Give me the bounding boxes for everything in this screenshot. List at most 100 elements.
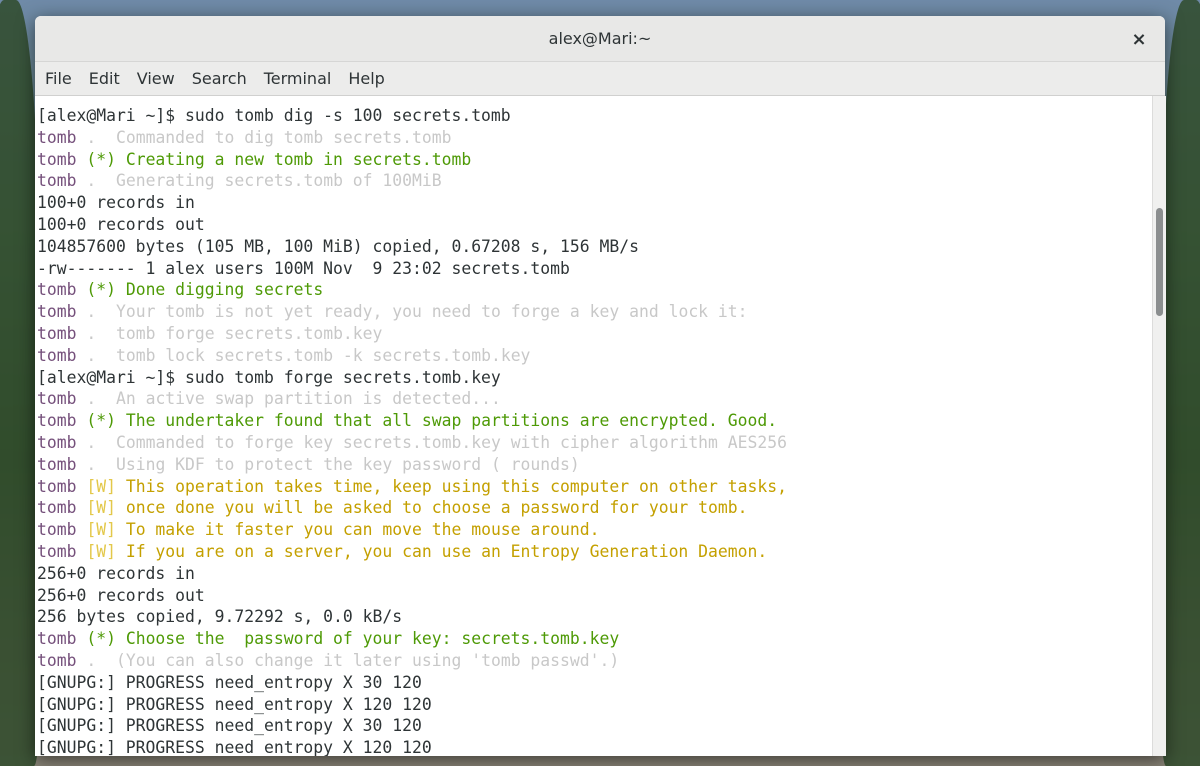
terminal-line: tomb . Using KDF to protect the key pass… xyxy=(37,454,1152,476)
info-marker: . xyxy=(76,650,116,670)
terminal-line: tomb . Your tomb is not yet ready, you n… xyxy=(37,301,1152,323)
success-marker: (*) xyxy=(76,280,126,300)
menu-help[interactable]: Help xyxy=(348,69,393,88)
tomb-prefix: tomb xyxy=(37,454,77,474)
line-text: 256+0 records out xyxy=(37,585,205,605)
success-marker: (*) xyxy=(76,149,126,169)
menu-search[interactable]: Search xyxy=(192,69,256,88)
terminal-line: [GNUPG:] PROGRESS need_entropy X 120 120 xyxy=(37,737,1152,756)
terminal-line: [GNUPG:] PROGRESS need_entropy X 30 120 xyxy=(37,672,1152,694)
info-marker: . xyxy=(76,432,116,452)
terminal-line: [alex@Mari ~]$ sudo tomb forge secrets.t… xyxy=(37,367,1152,389)
line-text: [alex@Mari ~]$ sudo tomb forge secrets.t… xyxy=(37,367,501,387)
info-marker: . xyxy=(76,323,116,343)
line-text: 256 bytes copied, 9.72292 s, 0.0 kB/s xyxy=(37,607,403,627)
line-text: [GNUPG:] PROGRESS need_entropy X 120 120 xyxy=(37,738,432,756)
info-marker: . xyxy=(76,345,116,365)
terminal-line: tomb . (You can also change it later usi… xyxy=(37,650,1152,672)
warning-marker: [W] xyxy=(76,498,126,518)
terminal-line: [GNUPG:] PROGRESS need_entropy X 120 120 xyxy=(37,694,1152,716)
line-text: tomb forge secrets.tomb.key xyxy=(115,323,383,343)
line-text: Choose the password of your key: secrets… xyxy=(125,629,620,649)
success-marker: (*) xyxy=(76,411,126,431)
menu-edit[interactable]: Edit xyxy=(89,69,129,88)
terminal-line: tomb (*) Done digging secrets xyxy=(37,279,1152,301)
terminal-line: tomb (*) Choose the password of your key… xyxy=(37,628,1152,650)
terminal-line: [alex@Mari ~]$ sudo tomb dig -s 100 secr… xyxy=(37,105,1152,127)
menu-view[interactable]: View xyxy=(137,69,184,88)
tomb-prefix: tomb xyxy=(37,127,77,147)
line-text: [alex@Mari ~]$ sudo tomb dig -s 100 secr… xyxy=(37,106,511,125)
line-text: 256+0 records in xyxy=(37,563,195,583)
line-text: [GNUPG:] PROGRESS need_entropy X 120 120 xyxy=(37,694,432,714)
line-text: Using KDF to protect the key password ( … xyxy=(115,454,580,474)
scrollbar-thumb[interactable] xyxy=(1156,208,1163,316)
line-text: tomb lock secrets.tomb -k secrets.tomb.k… xyxy=(115,345,531,365)
warning-marker: [W] xyxy=(76,541,126,561)
terminal-output[interactable]: [alex@Mari ~]$ sudo tomb dig -s 100 secr… xyxy=(35,96,1152,756)
line-text: Generating secrets.tomb of 100MiB xyxy=(115,171,442,191)
close-icon: × xyxy=(1131,28,1147,50)
terminal-line: tomb . tomb lock secrets.tomb -k secrets… xyxy=(37,345,1152,367)
line-text: Done digging secrets xyxy=(125,280,324,300)
terminal-line: tomb (*) The undertaker found that all s… xyxy=(37,410,1152,432)
line-text: To make it faster you can move the mouse… xyxy=(125,520,600,540)
menu-file[interactable]: File xyxy=(45,69,81,88)
tomb-prefix: tomb xyxy=(37,541,77,561)
background-tree xyxy=(0,0,40,766)
title-bar[interactable]: alex@Mari:~ × xyxy=(35,16,1165,62)
window-title: alex@Mari:~ xyxy=(548,29,652,48)
tomb-prefix: tomb xyxy=(37,171,77,191)
vertical-scrollbar[interactable] xyxy=(1152,96,1166,756)
terminal-line: tomb . Commanded to dig tomb secrets.tom… xyxy=(37,127,1152,149)
line-text: [GNUPG:] PROGRESS need_entropy X 30 120 xyxy=(37,672,422,692)
terminal-line: -rw------- 1 alex users 100M Nov 9 23:02… xyxy=(37,258,1152,280)
terminal-line: 256 bytes copied, 9.72292 s, 0.0 kB/s xyxy=(37,606,1152,628)
line-text: once done you will be asked to choose a … xyxy=(125,498,748,518)
info-marker: . xyxy=(76,127,116,147)
terminal-line: tomb [W] once done you will be asked to … xyxy=(37,497,1152,519)
tomb-prefix: tomb xyxy=(37,280,77,300)
line-text: The undertaker found that all swap parti… xyxy=(125,411,778,431)
terminal-line: 104857600 bytes (105 MB, 100 MiB) copied… xyxy=(37,236,1152,258)
tomb-prefix: tomb xyxy=(37,520,77,540)
tomb-prefix: tomb xyxy=(37,476,77,496)
line-text: 100+0 records in xyxy=(37,193,195,213)
line-text: [GNUPG:] PROGRESS need_entropy X 30 120 xyxy=(37,716,422,736)
terminal-line: 100+0 records out xyxy=(37,214,1152,236)
terminal-line: tomb . An active swap partition is detec… xyxy=(37,388,1152,410)
line-text: (You can also change it later using 'tom… xyxy=(115,650,620,670)
line-text: 104857600 bytes (105 MB, 100 MiB) copied… xyxy=(37,236,639,256)
info-marker: . xyxy=(76,171,116,191)
tomb-prefix: tomb xyxy=(37,302,77,322)
warning-marker: [W] xyxy=(76,476,126,496)
menu-terminal[interactable]: Terminal xyxy=(264,69,341,88)
menu-bar: File Edit View Search Terminal Help xyxy=(35,62,1165,96)
line-text: 100+0 records out xyxy=(37,214,205,234)
terminal-line: tomb [W] If you are on a server, you can… xyxy=(37,541,1152,563)
terminal-line: 256+0 records out xyxy=(37,585,1152,607)
line-text: Commanded to dig tomb secrets.tomb xyxy=(115,127,452,147)
close-button[interactable]: × xyxy=(1127,27,1151,51)
info-marker: . xyxy=(76,454,116,474)
terminal-line: tomb [W] To make it faster you can move … xyxy=(37,519,1152,541)
tomb-prefix: tomb xyxy=(37,389,77,409)
tomb-prefix: tomb xyxy=(37,149,77,169)
info-marker: . xyxy=(76,389,116,409)
success-marker: (*) xyxy=(76,629,126,649)
line-text: An active swap partition is detected... xyxy=(115,389,501,409)
terminal-lines: [alex@Mari ~]$ sudo tomb dig -s 100 secr… xyxy=(35,96,1152,756)
terminal-line: tomb . tomb forge secrets.tomb.key xyxy=(37,323,1152,345)
terminal-line: 256+0 records in xyxy=(37,563,1152,585)
background-tree xyxy=(1160,0,1200,766)
tomb-prefix: tomb xyxy=(37,411,77,431)
terminal-line: [GNUPG:] PROGRESS need_entropy X 30 120 xyxy=(37,715,1152,737)
info-marker: . xyxy=(76,302,116,322)
tomb-prefix: tomb xyxy=(37,650,77,670)
line-text: This operation takes time, keep using th… xyxy=(125,476,787,496)
tomb-prefix: tomb xyxy=(37,629,77,649)
tomb-prefix: tomb xyxy=(37,323,77,343)
terminal-line: tomb . Generating secrets.tomb of 100MiB xyxy=(37,170,1152,192)
tomb-prefix: tomb xyxy=(37,432,77,452)
terminal-line: 100+0 records in xyxy=(37,192,1152,214)
